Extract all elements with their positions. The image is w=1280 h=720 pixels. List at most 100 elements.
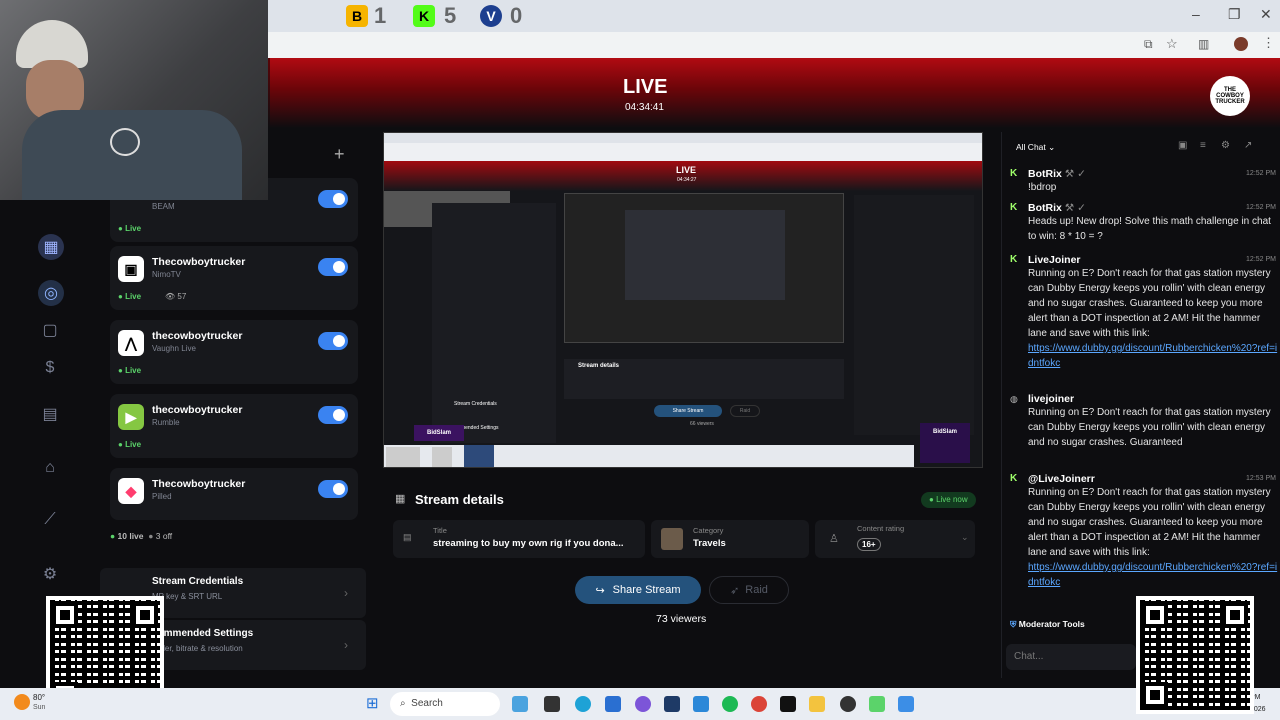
platform-badge-icon: ◍ (1010, 394, 1018, 404)
rating-label: Content rating (857, 524, 905, 533)
channel-toggle[interactable] (318, 258, 348, 276)
obs-icon[interactable] (664, 696, 680, 712)
preview-raid-button: Raid (730, 405, 760, 417)
channel-name: thecowboytrucker (152, 404, 243, 416)
kick-badge-icon: K (1010, 202, 1018, 213)
channel-platform: Pilled (152, 492, 172, 501)
channel-toggle[interactable] (318, 332, 348, 350)
channel-status-text: Live (125, 440, 142, 449)
preview-hero: LIVE 04:34:27 (384, 161, 982, 191)
channel-toggle[interactable] (318, 480, 348, 498)
discord-icon[interactable] (635, 696, 651, 712)
rating-value: 16+ (857, 538, 881, 551)
live-now-badge: ● Live now (921, 492, 976, 508)
chat-icon[interactable]: ▢ (38, 318, 62, 342)
chat-popout-icon[interactable]: ▣ (1178, 140, 1187, 151)
chat-message: K LiveJoiner 12:52 PM Running on E? Don'… (1010, 254, 1280, 371)
streaming-app-icon[interactable] (869, 696, 885, 712)
tiktok-icon[interactable] (780, 696, 796, 712)
chat-link[interactable]: https://www.dubby.gg/discount/Rubberchic… (1028, 341, 1280, 371)
bookmark-star-icon[interactable]: ☆ (1166, 36, 1178, 52)
chat-filter-dropdown[interactable]: All Chat ⌄ (1016, 142, 1055, 153)
row-subtitle: coder, bitrate & resolution (152, 644, 243, 653)
taskbar-search[interactable]: ⌕ Search (390, 692, 500, 716)
vaughn-logo-icon: ⋀ (118, 330, 144, 356)
menu-kebab-icon[interactable]: ⋮ (1262, 35, 1275, 51)
qr-finder (132, 602, 158, 628)
preview-bidslam-text-right: BidSlam (932, 429, 957, 435)
share-stream-button[interactable]: ↪ Share Stream (575, 576, 701, 604)
channel-status: ● Live (118, 292, 142, 301)
chat-time: 12:52 PM (1246, 256, 1276, 263)
profile-avatar[interactable] (1234, 37, 1248, 51)
kick-badge-icon: K (1010, 254, 1018, 265)
cast-icon[interactable]: ⧉ (1144, 37, 1153, 52)
channel-toggle[interactable] (318, 190, 348, 208)
add-channel-icon[interactable]: + (334, 144, 345, 165)
channel-toggle[interactable] (318, 406, 348, 424)
chat-external-icon[interactable]: ↗ (1244, 140, 1252, 151)
chat-text: Running on E? Don't reach for that gas s… (1028, 268, 1271, 339)
category-value: Travels (693, 538, 726, 549)
shield-icon: ⛨ (1010, 619, 1017, 629)
chat-message: ◍ livejoiner Running on E? Don't reach f… (1010, 393, 1280, 450)
store-icon[interactable] (605, 696, 621, 712)
preview-addrbar (384, 143, 982, 161)
chat-input[interactable]: Chat... (1006, 644, 1136, 670)
windows-start-icon[interactable]: ⊞ (366, 696, 382, 712)
task-view-icon[interactable] (544, 696, 560, 712)
channel-card[interactable]: ⋀ thecowboytrucker Vaughn Live ● Live (110, 320, 358, 384)
team-icon[interactable]: ⌂ (38, 456, 62, 480)
minimize-button[interactable]: – (1192, 6, 1200, 22)
chat-settings-icon[interactable]: ⚙ (1221, 140, 1230, 151)
channel-status-text: Live (125, 292, 142, 301)
chat-text: Running on E? Don't reach for that gas s… (1028, 407, 1271, 448)
preview-phone-icon (432, 447, 452, 467)
chat-text: Heads up! New drop! Solve this math chal… (1028, 216, 1271, 242)
settings-icon[interactable]: ⚙ (38, 562, 62, 586)
category-field[interactable]: Category Travels (651, 520, 809, 558)
close-button[interactable]: ✕ (1260, 6, 1272, 23)
mail-icon[interactable] (693, 696, 709, 712)
app2-icon[interactable] (898, 696, 914, 712)
preview-bidslam-text: BidSlam (426, 430, 451, 436)
restore-button[interactable]: ❐ (1228, 6, 1241, 23)
kick-badge-icon: K (1010, 473, 1018, 484)
chat-time: 12:52 PM (1246, 204, 1276, 211)
money-icon[interactable]: $ (38, 356, 62, 380)
share-stream-label: Share Stream (612, 584, 681, 596)
chat-filter-icon[interactable]: ≡ (1200, 140, 1206, 151)
raid-button[interactable]: ➶ Raid (709, 576, 789, 604)
broadcast-icon[interactable]: ◎ (38, 280, 64, 306)
weather-icon[interactable] (14, 694, 30, 710)
chrome-icon[interactable] (751, 696, 767, 712)
beam-icon[interactable]: B (346, 5, 368, 27)
channel-card[interactable]: ▶ thecowboytrucker Rumble ● Live (110, 394, 358, 458)
kick-icon[interactable]: K (413, 5, 435, 27)
sidepanel-icon[interactable]: ▥ (1198, 37, 1209, 51)
stream-details-panel: ▦ Stream details ● Live now ▤ Title stre… (383, 480, 983, 660)
category-label: Category (693, 526, 724, 535)
channel-card[interactable]: ▣ Thecowboytrucker NimoTV ● Live 👁 57 (110, 246, 358, 310)
viewer-count: 57 (177, 292, 187, 301)
title-field[interactable]: ▤ Title streaming to buy my own rig if y… (393, 520, 645, 558)
boat-app-icon[interactable] (512, 696, 528, 712)
stream-details-heading: Stream details (415, 492, 504, 507)
chat-link[interactable]: https://www.dubby.gg/discount/Rubberchic… (1028, 560, 1280, 590)
moderator-tools[interactable]: ⛨ Moderator Tools (1010, 619, 1085, 630)
content-rating-field[interactable]: ♙ Content rating 16+ ⌄ (815, 520, 975, 558)
spotify-icon[interactable] (722, 696, 738, 712)
channel-card[interactable]: ◆ Thecowboytrucker Pilled (110, 468, 358, 520)
app-icon[interactable] (840, 696, 856, 712)
stream-preview: LIVE 04:34:27 Stream details Share Strea… (383, 132, 983, 468)
channel-status: ● Live (118, 440, 142, 449)
calendar-icon[interactable]: ▤ (38, 402, 62, 426)
chat-filter-label: All Chat (1016, 142, 1046, 152)
vaughn-icon[interactable]: V (480, 5, 502, 27)
row-title: commended Settings (152, 628, 254, 639)
analytics-icon[interactable]: ⟋ (38, 508, 62, 532)
vaughn-count: 0 (510, 3, 523, 28)
edge-icon[interactable] (575, 696, 591, 712)
dashboard-icon[interactable]: ▦ (38, 234, 64, 260)
file-explorer-icon[interactable] (809, 696, 825, 712)
